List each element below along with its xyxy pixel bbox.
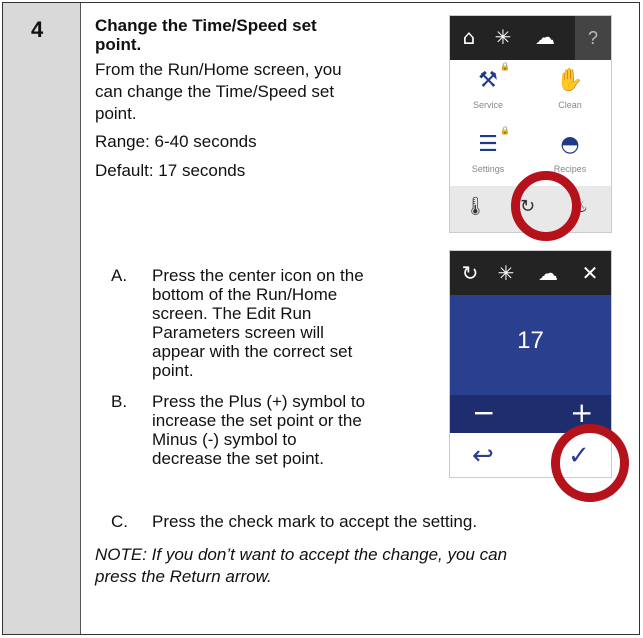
substep-b-line: Minus (-) symbol to [152,430,297,449]
settings-list-icon[interactable]: ☰ [468,132,508,157]
tile-label-clean: Clean [558,100,582,110]
substep-a-line: Parameters screen will [152,323,324,342]
substep-b-line: decrease the set point. [152,449,325,468]
highlight-ring [551,424,629,502]
instruction-step: 4 Change the Time/Speed set point. From … [2,2,640,635]
range-text: Range: 6-40 seconds [95,132,257,151]
tile-label-settings: Settings [471,164,505,174]
tile-label-service: Service [472,100,503,110]
intro-line2: can change the Time/Speed set [95,82,335,101]
return-arrow-icon[interactable]: ↩ [472,441,494,471]
substep-b-line: increase the set point or the [152,411,362,430]
thermometer-icon[interactable]: 🌡 [464,196,487,217]
substep-a-line: Press the center icon on the [152,266,364,285]
substep-c-label: C. [111,512,128,531]
intro-line3: point. [95,104,137,123]
intro-line1: From the Run/Home screen, you [95,60,342,79]
screen-top-bar: ↻ ✳ ☁ ✕ [450,251,611,295]
substep-a-line: point. [152,361,194,380]
default-text: Default: 17 seconds [95,161,246,180]
step-number: 4 [31,17,44,42]
service-icon[interactable]: ⚒ [468,68,508,93]
alert-badge-icon[interactable]: ☁ [532,24,558,50]
step-title-line1: Change the Time/Speed set [95,16,317,35]
snowflake-icon[interactable]: ✳ [490,24,516,50]
clean-icon[interactable]: ✋ [550,68,590,93]
substep-b-line: Press the Plus (+) symbol to [152,392,366,411]
highlight-ring [511,171,581,241]
minus-button[interactable]: − [472,397,495,429]
set-point-display: 17 [450,295,611,395]
set-point-value: 17 [517,327,544,354]
note-line1: NOTE: If you don’t want to accept the ch… [95,545,508,564]
close-icon[interactable]: ✕ [576,259,604,287]
step-title-line2: point. [95,35,142,54]
screen-top-bar: ⌂ ✳ ☁ ? [450,16,611,60]
substep-a-label: A. [111,266,128,285]
step-content: Change the Time/Speed set point. From th… [95,3,639,634]
recipes-cloche-icon[interactable]: ◓ [550,132,590,157]
substep-a-line: screen. The Edit Run [152,304,312,323]
note-line2: press the Return arrow. [95,567,272,586]
substep-c-line: Press the check mark to accept the setti… [152,512,478,531]
alert-badge-icon[interactable]: ☁ [534,259,562,287]
substep-a-line: bottom of the Run/Home [152,285,338,304]
home-icon[interactable]: ⌂ [456,24,482,50]
substep-b-label: B. [111,392,128,411]
step-number-column: 4 [3,3,81,634]
snowflake-icon[interactable]: ✳ [492,259,520,287]
help-icon[interactable]: ? [575,16,611,60]
substep-a-line: appear with the correct set [152,342,353,361]
time-speed-icon[interactable]: ↻ [456,259,484,287]
